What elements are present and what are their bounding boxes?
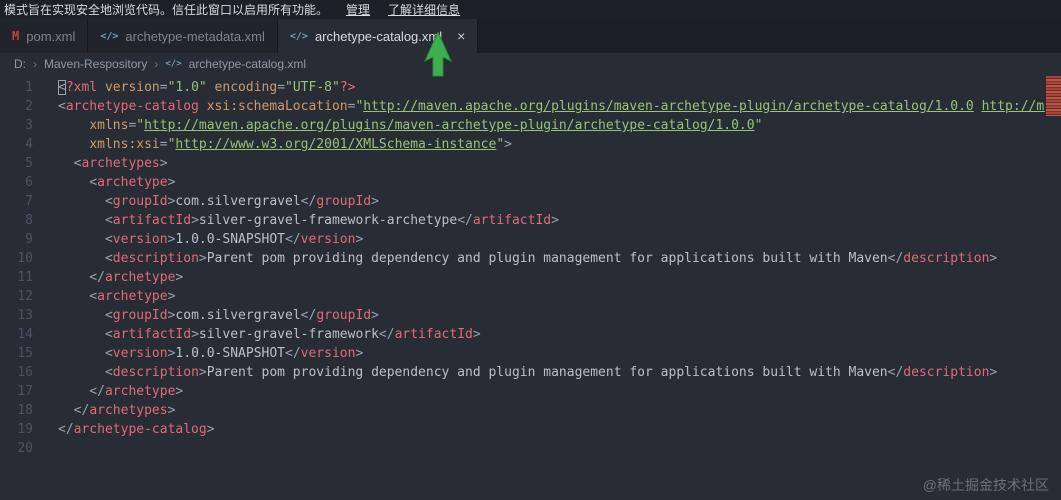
watermark: @稀土掘金技术社区 — [922, 477, 1049, 493]
line-content: xmlns="http://maven.apache.org/plugins/m… — [89, 118, 763, 133]
tab-label: archetype-catalog.xml — [314, 28, 443, 44]
line-number: 10 — [17, 251, 33, 266]
breadcrumb-item[interactable]: archetype-catalog.xml — [189, 57, 306, 71]
line-number: 4 — [25, 137, 33, 152]
chevron-right-icon: › — [33, 57, 37, 71]
code-icon: </> — [100, 30, 119, 42]
line-number: 2 — [25, 99, 33, 114]
line-number: 16 — [17, 365, 33, 380]
line-content: <version>1.0.0-SNAPSHOT</version> — [58, 232, 364, 247]
code-line-12[interactable]: 12 <archetype> — [0, 287, 1061, 306]
line-number: 7 — [25, 194, 33, 209]
line-content: <archetypes> — [58, 156, 168, 171]
line-content: </archetypes> — [58, 403, 176, 418]
code-line-2[interactable]: 2 <archetype-catalog xsi:schemaLocation="… — [0, 97, 1061, 116]
line-number: 3 — [25, 118, 33, 133]
code-line-13[interactable]: 13 <groupId>com.silvergravel</groupId> — [0, 306, 1061, 325]
code-line-6[interactable]: 6 <archetype> — [0, 173, 1061, 192]
code-line-3[interactable]: 3 xmlns="http://maven.apache.org/plugins… — [0, 116, 1061, 135]
chevron-right-icon: › — [154, 57, 159, 71]
tab-pom.xml[interactable]: Mpom.xml — [0, 19, 89, 53]
line-content: <description>Parent pom providing depend… — [58, 365, 998, 380]
code-line-20[interactable]: 20 — [0, 439, 1061, 458]
vscode-window: 模式旨在实现安全地浏览代码。信任此窗口以启用所有功能。 管理 了解详细信息 Mp… — [0, 0, 1061, 500]
line-content: <description>Parent pom providing depend… — [58, 251, 998, 266]
maven-icon: M — [12, 29, 20, 43]
line-number: 8 — [25, 213, 33, 228]
tab-label: archetype-metadata.xml — [125, 28, 265, 44]
line-content: <archetype> — [58, 175, 176, 190]
breadcrumb: D: › Maven-Respository › </> archetype-catalo… — [0, 53, 1061, 75]
line-number: 6 — [25, 175, 33, 190]
code-line-5[interactable]: 5 <archetypes> — [0, 154, 1061, 173]
restricted-mode-banner: 模式旨在实现安全地浏览代码。信任此窗口以启用所有功能。 管理 了解详细信息 — [0, 0, 1061, 19]
line-content: <artifactId>silver-gravel-framework-arch… — [58, 213, 559, 228]
tab-archetype-catalog.xml[interactable]: </> archetype-catalog.xml × — [277, 19, 479, 53]
line-number: 5 — [25, 156, 33, 171]
code-line-14[interactable]: 14 <artifactId>silver-gravel-framework</… — [0, 325, 1061, 344]
close-icon[interactable]: × — [457, 29, 465, 43]
line-content: <artifactId>silver-gravel-framework</art… — [58, 327, 481, 342]
line-content: <version>1.0.0-SNAPSHOT</version> — [58, 346, 364, 361]
line-number: 14 — [17, 327, 33, 342]
line-number: 11 — [17, 270, 33, 285]
line-number: 9 — [25, 232, 33, 247]
code-line-17[interactable]: 17 </archetype> — [0, 382, 1061, 401]
code-line-18[interactable]: 18 </archetypes> — [0, 401, 1061, 420]
breadcrumb-item[interactable]: Maven-Respository — [44, 57, 147, 71]
line-content: <groupId>com.silvergravel</groupId> — [58, 308, 379, 323]
line-content: </archetype> — [58, 384, 184, 399]
line-content: </archetype> — [58, 270, 184, 285]
code-line-19[interactable]: 19 </archetype-catalog> — [0, 420, 1061, 439]
tab-label: pom.xml — [26, 28, 76, 44]
line-content: <?xml version="1.0" encoding="UTF-8"?> — [58, 80, 356, 95]
line-number: 13 — [17, 308, 33, 323]
line-content: </archetype-catalog> — [58, 422, 215, 437]
line-number: 19 — [17, 422, 33, 437]
code-line-7[interactable]: 7 <groupId>com.silvergravel</groupId> — [0, 192, 1061, 211]
breadcrumb-item[interactable]: D: — [14, 57, 26, 71]
line-content: <archetype-catalog xsi:schemaLocation="h… — [58, 99, 1053, 114]
minimap[interactable] — [1045, 76, 1061, 116]
line-content: <groupId>com.silvergravel</groupId> — [58, 194, 379, 209]
code-area: 1 <?xml version="1.0" encoding="UTF-8"?> 2… — [0, 78, 1061, 458]
line-number: 20 — [17, 441, 33, 456]
line-number: 1 — [25, 80, 33, 95]
line-content: <archetype> — [58, 289, 176, 304]
code-line-11[interactable]: 11 </archetype> — [0, 268, 1061, 287]
line-number: 15 — [17, 346, 33, 361]
learn-more-link[interactable]: 了解详细信息 — [388, 1, 460, 18]
line-number: 17 — [17, 384, 33, 399]
code-line-4[interactable]: 4 xmlns:xsi="http://www.w3.org/2001/XMLS… — [0, 135, 1061, 154]
line-number: 12 — [17, 289, 33, 304]
banner-message: 模式旨在实现安全地浏览代码。信任此窗口以启用所有功能。 — [4, 3, 329, 17]
code-line-16[interactable]: 16 <description>Parent pom providing dep… — [0, 363, 1061, 382]
code-line-10[interactable]: 10 <description>Parent pom providing dep… — [0, 249, 1061, 268]
code-line-8[interactable]: 8 <artifactId>silver-gravel-framework-ar… — [0, 211, 1061, 230]
code-line-1[interactable]: 1 <?xml version="1.0" encoding="UTF-8"?> — [0, 78, 1061, 97]
tab-archetype-metadata.xml[interactable]: </> archetype-metadata.xml — [88, 19, 278, 53]
line-number: 18 — [17, 403, 33, 418]
code-line-9[interactable]: 9 <version>1.0.0-SNAPSHOT</version> — [0, 230, 1061, 249]
code-icon: </> — [289, 30, 308, 42]
tab-bar: Mpom.xml </> archetype-metadata.xml </> arch… — [0, 19, 1061, 53]
code-file-icon: </> — [165, 59, 182, 69]
code-editor[interactable]: 1 <?xml version="1.0" encoding="UTF-8"?> 2… — [0, 75, 1061, 500]
line-content: xmlns:xsi="http://www.w3.org/2001/XMLSch… — [89, 137, 512, 152]
code-line-15[interactable]: 15 <version>1.0.0-SNAPSHOT</version> — [0, 344, 1061, 363]
manage-link[interactable]: 管理 — [346, 1, 370, 18]
